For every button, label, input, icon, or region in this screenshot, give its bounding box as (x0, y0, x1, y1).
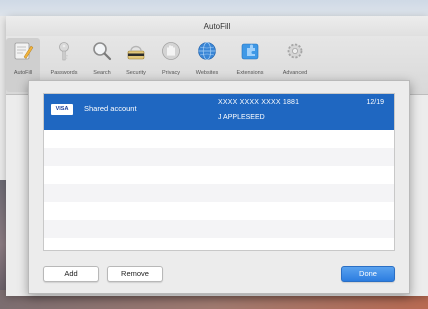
globe-icon (198, 42, 216, 60)
add-button[interactable]: Add (43, 266, 99, 282)
visa-card-icon: VISA (51, 104, 73, 115)
cardholder-name: J APPLESEED (218, 114, 265, 121)
empty-row (44, 220, 394, 238)
screen: AutoFill AutoFill Passwords Search Secur… (0, 0, 428, 309)
credit-card-row[interactable]: VISA Shared account XXXX XXXX XXXX 1881 … (44, 94, 394, 130)
autofill-pencil-icon (14, 42, 34, 60)
desktop-background-top (0, 0, 428, 16)
empty-row (44, 148, 394, 166)
remove-button[interactable]: Remove (107, 266, 163, 282)
tab-label-extensions: Extensions (236, 70, 264, 76)
window-title: AutoFill (203, 22, 231, 31)
credit-cards-sheet: VISA Shared account XXXX XXXX XXXX 1881 … (28, 80, 410, 294)
puzzle-icon (241, 43, 259, 60)
magnifier-icon (93, 42, 112, 61)
empty-row (44, 184, 394, 202)
privacy-hand-icon (162, 42, 180, 60)
title-bar[interactable]: AutoFill (6, 16, 428, 36)
card-number: XXXX XXXX XXXX 1881 (218, 99, 300, 106)
empty-row (44, 238, 394, 250)
gear-icon (287, 43, 303, 59)
tab-label-privacy: Privacy (161, 70, 181, 76)
empty-row (44, 130, 394, 148)
security-icon (127, 45, 145, 60)
tab-label-security: Security (126, 70, 146, 76)
empty-row (44, 202, 394, 220)
card-description: Shared account (84, 104, 137, 113)
tab-label-advanced: Advanced (282, 70, 308, 76)
tab-label-websites: Websites (195, 70, 219, 76)
key-icon (59, 42, 69, 61)
card-expiry: 12/19 (366, 99, 384, 106)
tab-label-autofill: AutoFill (13, 70, 33, 76)
tab-label-passwords: Passwords (50, 70, 78, 76)
empty-row (44, 166, 394, 184)
tab-label-search: Search (93, 70, 111, 76)
done-button[interactable]: Done (341, 266, 395, 282)
credit-card-list: VISA Shared account XXXX XXXX XXXX 1881 … (43, 93, 395, 251)
